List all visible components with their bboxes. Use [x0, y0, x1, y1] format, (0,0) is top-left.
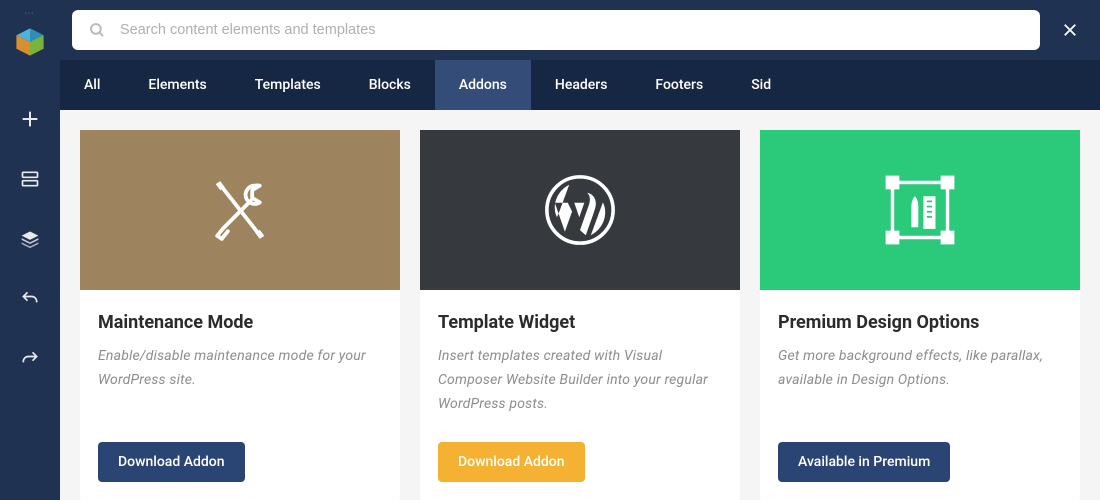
- card-hero: [80, 130, 400, 290]
- tab-templates[interactable]: Templates: [231, 60, 345, 110]
- search-input[interactable]: [120, 22, 1024, 38]
- close-button[interactable]: [1052, 12, 1088, 48]
- design-options-icon: [877, 167, 963, 253]
- tab-elements[interactable]: Elements: [124, 60, 230, 110]
- download-addon-button[interactable]: Download Addon: [438, 442, 585, 482]
- category-tabs: All Elements Templates Blocks Addons Hea…: [60, 60, 1100, 110]
- app-logo[interactable]: [13, 25, 47, 59]
- card-description: Insert templates created with Visual Com…: [438, 345, 722, 420]
- redo-button[interactable]: [0, 329, 60, 389]
- tab-all[interactable]: All: [60, 60, 124, 110]
- addons-grid: Maintenance Mode Enable/disable maintena…: [60, 110, 1100, 500]
- card-title: Premium Design Options: [778, 312, 1062, 333]
- left-navigation-rail: ⋯: [0, 0, 60, 500]
- tab-headers[interactable]: Headers: [531, 60, 632, 110]
- wordpress-icon: [544, 174, 616, 246]
- layers-button[interactable]: [0, 209, 60, 269]
- card-title: Maintenance Mode: [98, 312, 382, 333]
- card-title: Template Widget: [438, 312, 722, 333]
- card-hero: [420, 130, 740, 290]
- download-addon-button[interactable]: Download Addon: [98, 442, 245, 482]
- card-hero: [760, 130, 1080, 290]
- addon-card-premium-design: Premium Design Options Get more backgrou…: [760, 130, 1080, 500]
- layout-button[interactable]: [0, 149, 60, 209]
- card-body: Premium Design Options Get more backgrou…: [760, 290, 1080, 500]
- addon-card-template-widget: Template Widget Insert templates created…: [420, 130, 740, 500]
- search-field-wrap: [72, 10, 1040, 50]
- card-body: Template Widget Insert templates created…: [420, 290, 740, 500]
- main-panel: All Elements Templates Blocks Addons Hea…: [60, 0, 1100, 500]
- card-description: Get more background effects, like parall…: [778, 345, 1062, 420]
- top-bar: [60, 0, 1100, 60]
- close-icon: [1061, 21, 1079, 39]
- add-element-button[interactable]: [0, 89, 60, 149]
- addon-card-maintenance-mode: Maintenance Mode Enable/disable maintena…: [80, 130, 400, 500]
- tab-sidebars[interactable]: Sid: [727, 60, 795, 110]
- undo-button[interactable]: [0, 269, 60, 329]
- tab-footers[interactable]: Footers: [631, 60, 727, 110]
- search-icon: [88, 21, 106, 39]
- tab-blocks[interactable]: Blocks: [345, 60, 435, 110]
- tab-addons[interactable]: Addons: [435, 60, 531, 110]
- card-body: Maintenance Mode Enable/disable maintena…: [80, 290, 400, 500]
- drag-handle-dots: ⋯: [24, 8, 36, 19]
- tools-icon: [202, 172, 278, 248]
- card-description: Enable/disable maintenance mode for your…: [98, 345, 382, 420]
- available-in-premium-button[interactable]: Available in Premium: [778, 442, 950, 482]
